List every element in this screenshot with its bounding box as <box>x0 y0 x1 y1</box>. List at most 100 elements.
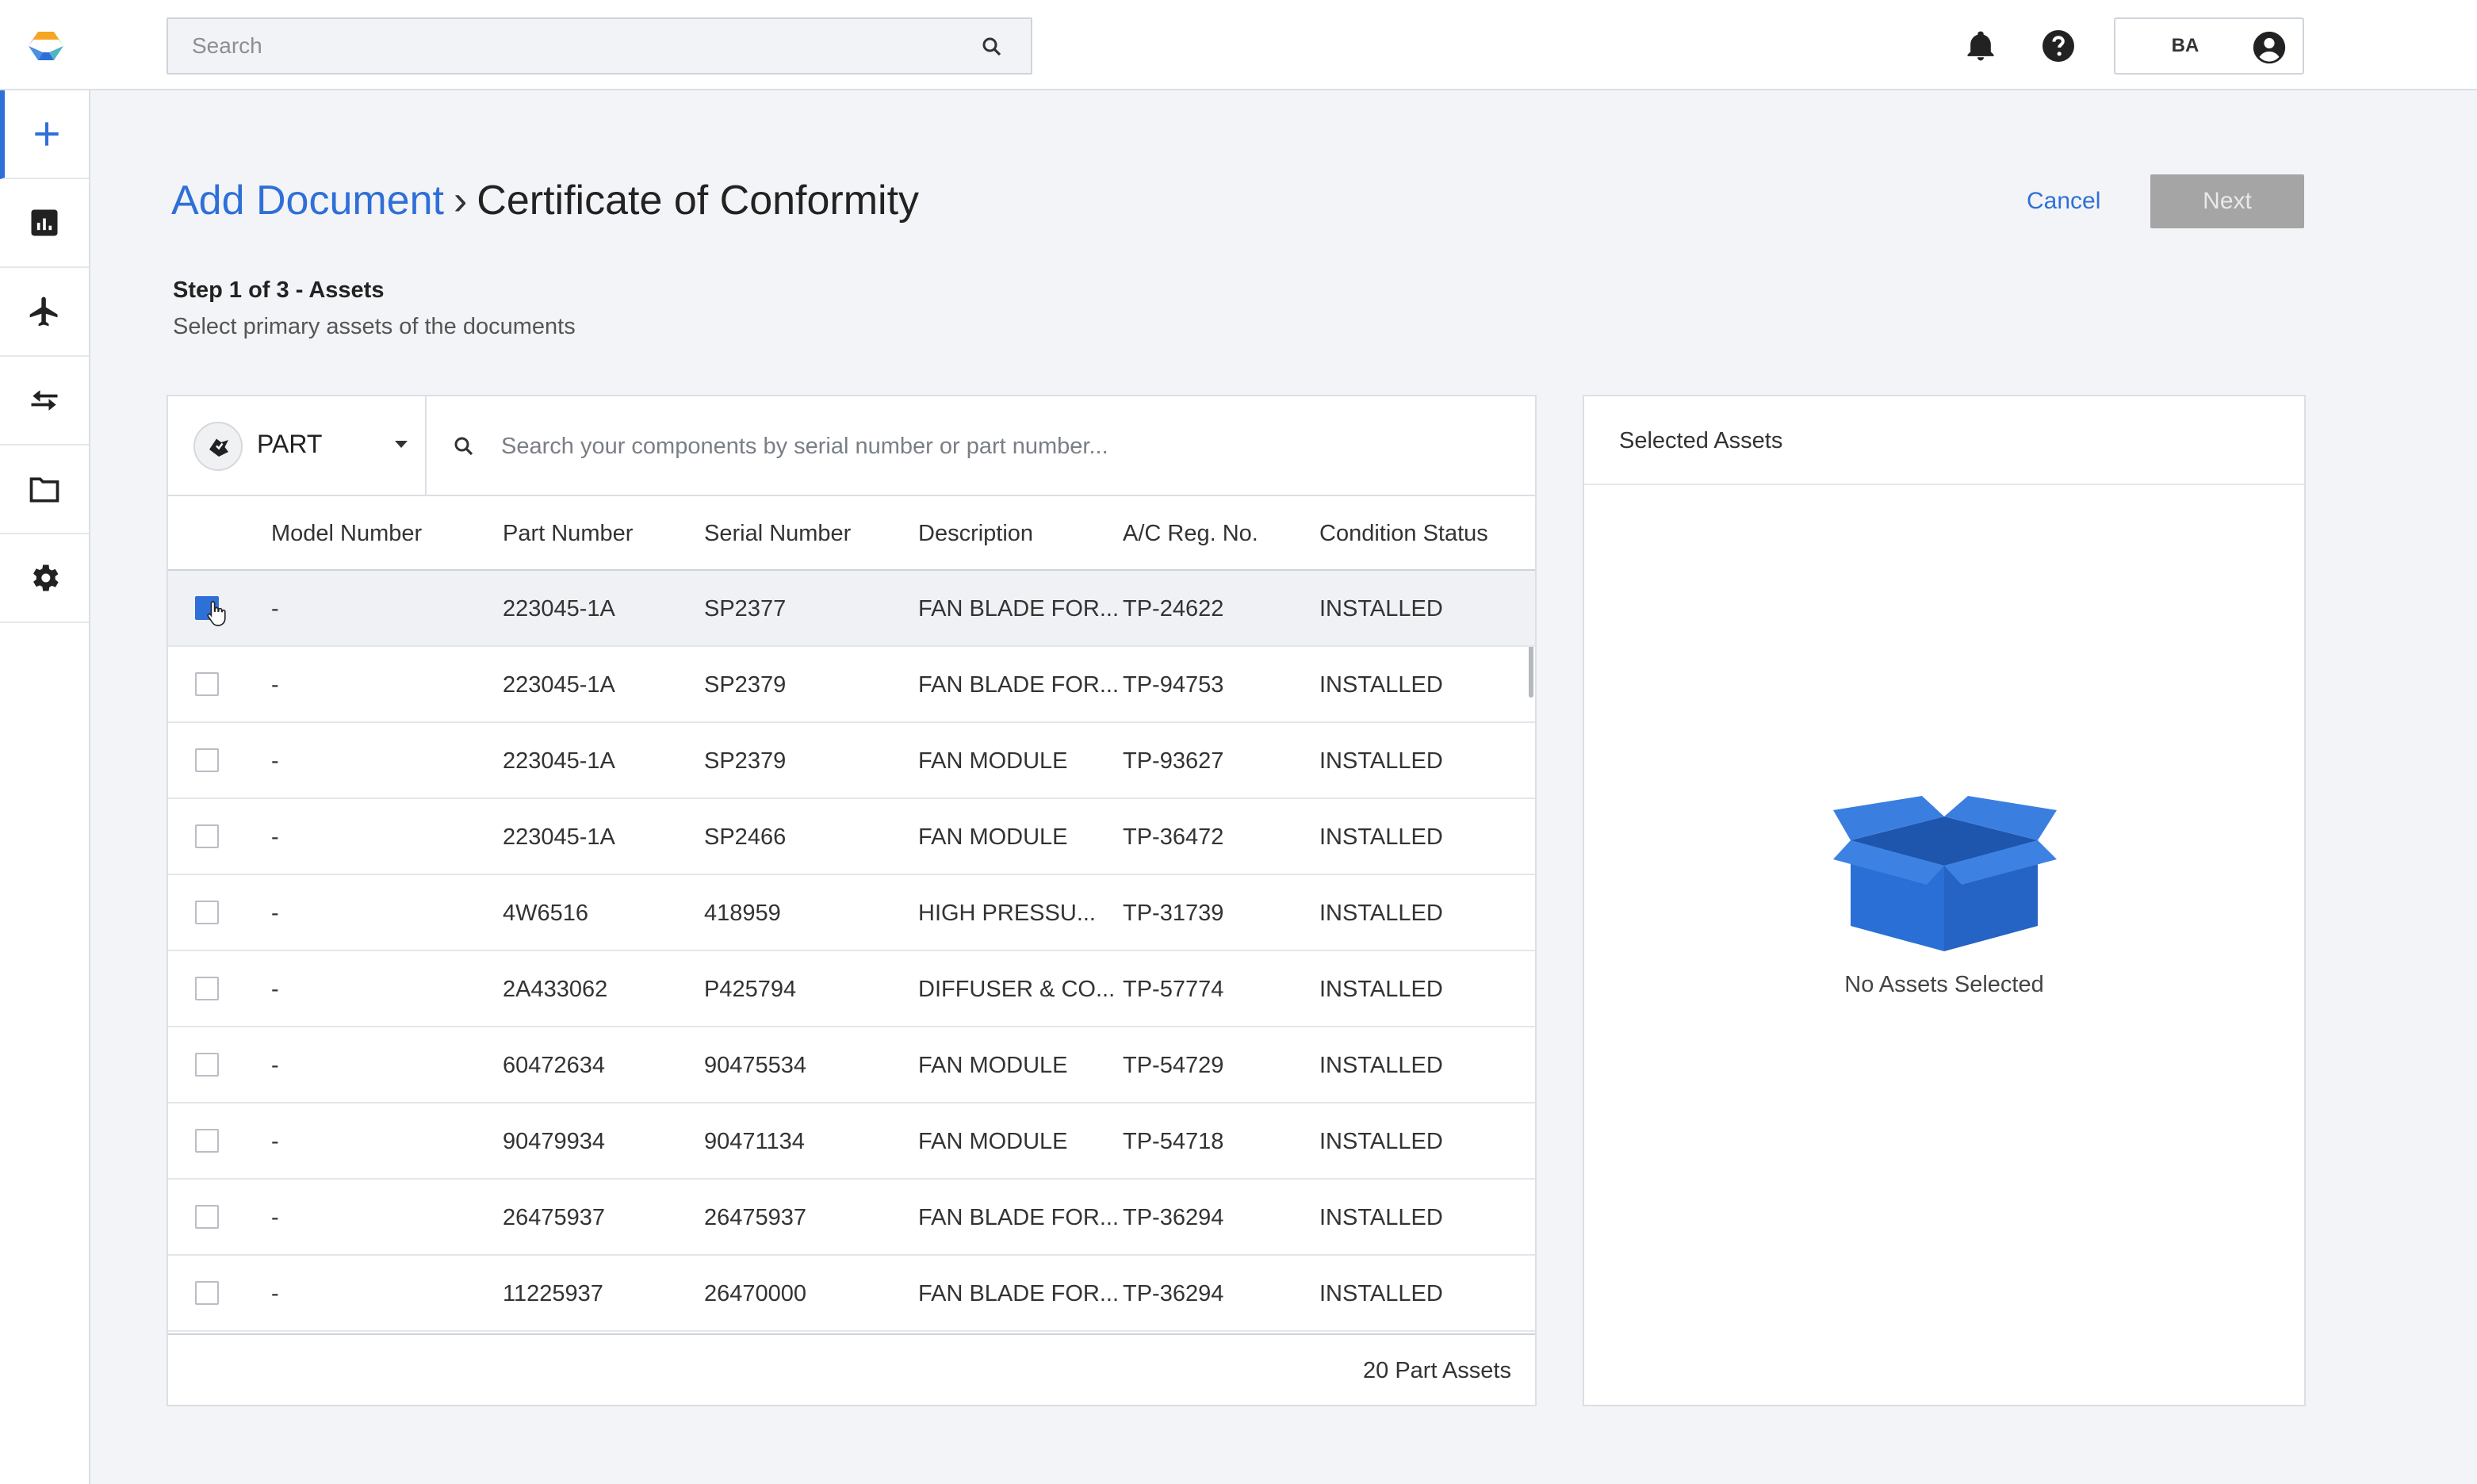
column-header-ac-reg-no[interactable]: A/C Reg. No. <box>1123 496 1258 571</box>
nav-dashboard[interactable] <box>0 179 89 268</box>
top-bar: BA <box>0 0 2477 90</box>
breadcrumb-add-document[interactable]: Add Document <box>171 178 444 224</box>
model-number-cell: - <box>271 1281 279 1306</box>
ac-reg-cell: TP-94753 <box>1123 672 1224 698</box>
serial-number-cell: SP2379 <box>704 672 787 698</box>
breadcrumb: Add Document › Certificate of Conformity <box>171 173 919 228</box>
row-checkbox[interactable] <box>195 977 219 1000</box>
description-cell: FAN MODULE <box>918 748 1068 774</box>
help-icon[interactable] <box>2039 27 2077 65</box>
condition-status-cell: INSTALLED <box>1319 596 1443 622</box>
nav-settings[interactable] <box>0 534 89 623</box>
model-number-cell: - <box>271 596 279 622</box>
ac-reg-cell: TP-36472 <box>1123 824 1224 850</box>
condition-status-cell: INSTALLED <box>1319 1129 1443 1154</box>
ac-reg-cell: TP-93627 <box>1123 748 1224 774</box>
search-icon <box>454 437 473 456</box>
user-initials: BA <box>2171 35 2199 56</box>
row-checkbox[interactable] <box>195 1205 219 1229</box>
asset-type-label: PART <box>257 430 323 458</box>
table-row[interactable]: - 26475937 26475937 FAN BLADE FOR... TP-3629… <box>168 1180 1535 1256</box>
serial-number-cell: 90471134 <box>704 1129 805 1154</box>
page-title: Certificate of Conformity <box>477 178 920 224</box>
global-search-input[interactable] <box>192 19 945 73</box>
description-cell: FAN BLADE FOR... <box>918 596 1119 622</box>
table-row[interactable]: - 223045-1A SP2466 FAN MODULE TP-36472 INSTAL… <box>168 799 1535 875</box>
folder-icon <box>29 477 59 503</box>
part-number-cell: 26475937 <box>503 1205 606 1230</box>
app-logo-icon[interactable] <box>27 30 65 62</box>
global-search[interactable] <box>167 17 1032 75</box>
table-row[interactable]: - 223045-1A SP2379 FAN MODULE TP-93627 INSTAL… <box>168 723 1535 799</box>
description-cell: FAN BLADE FOR... <box>918 1281 1119 1306</box>
column-header-model-number[interactable]: Model Number <box>271 496 422 571</box>
row-checkbox[interactable] <box>195 901 219 924</box>
condition-status-cell: INSTALLED <box>1319 1281 1443 1306</box>
part-number-cell: 223045-1A <box>503 672 615 698</box>
table-row[interactable]: - 2A433062 P425794 DIFFUSER & CO... TP-57774… <box>168 951 1535 1027</box>
empty-box-icon <box>1833 796 2057 951</box>
asset-type-dropdown[interactable]: PART <box>168 396 427 495</box>
nav-transfer[interactable] <box>0 357 89 446</box>
description-cell: FAN BLADE FOR... <box>918 1205 1119 1230</box>
row-checkbox[interactable] <box>195 1129 219 1153</box>
component-search-input[interactable] <box>501 419 1516 474</box>
ac-reg-cell: TP-36294 <box>1123 1205 1224 1230</box>
row-checkbox[interactable] <box>195 824 219 848</box>
model-number-cell: - <box>271 977 279 1002</box>
nav-aircraft[interactable] <box>0 268 89 357</box>
step-subtitle: Select primary assets of the documents <box>173 314 576 339</box>
column-header-part-number[interactable]: Part Number <box>503 496 633 571</box>
chevron-down-icon <box>395 441 408 448</box>
ac-reg-cell: TP-36294 <box>1123 1281 1224 1306</box>
condition-status-cell: INSTALLED <box>1319 901 1443 926</box>
model-number-cell: - <box>271 748 279 774</box>
table-body: -223045-1A SP2377 FAN BLADE FOR... TP-24622… <box>168 571 1535 1333</box>
gear-icon <box>33 564 59 591</box>
next-button[interactable]: Next <box>2150 174 2304 228</box>
column-header-description[interactable]: Description <box>918 496 1033 571</box>
row-checkbox[interactable] <box>195 672 219 696</box>
nav-documents[interactable] <box>0 446 89 534</box>
notification-bell-icon[interactable] <box>1963 29 1998 63</box>
nav-add[interactable] <box>0 90 89 179</box>
condition-status-cell: INSTALLED <box>1319 1205 1443 1230</box>
table-row[interactable]: - 4W6516 418959 HIGH PRESSU... TP-31739 INSTA… <box>168 875 1535 951</box>
selected-assets-title: Selected Assets <box>1619 428 1783 453</box>
step-title: Step 1 of 3 - Assets <box>173 277 385 303</box>
cancel-button[interactable]: Cancel <box>2027 178 2100 225</box>
hand-cursor-icon <box>207 601 226 626</box>
airplane-icon <box>29 296 58 327</box>
part-number-cell: 90479934 <box>503 1129 606 1154</box>
search-icon[interactable] <box>980 35 1004 59</box>
transfer-arrows-icon <box>31 390 58 411</box>
row-checkbox[interactable] <box>195 748 219 772</box>
part-number-cell: 223045-1A <box>503 596 615 622</box>
table-footer: 20 Part Assets <box>168 1333 1535 1405</box>
condition-status-cell: INSTALLED <box>1319 824 1443 850</box>
breadcrumb-separator: › <box>453 178 468 224</box>
asset-count: 20 Part Assets <box>1363 1358 1511 1383</box>
table-row[interactable]: - 223045-1A SP2377 FAN BLADE FOR... TP-24622… <box>168 571 1535 647</box>
ac-reg-cell: TP-31739 <box>1123 901 1224 926</box>
ac-reg-cell: TP-54729 <box>1123 1053 1224 1078</box>
column-header-condition-status[interactable]: Condition Status <box>1319 496 1488 571</box>
table-row[interactable]: - 11225937 26470000 FAN BLADE FOR... TP-3629… <box>168 1256 1535 1332</box>
table-header: Model Number Part Number Serial Number D… <box>168 496 1535 571</box>
part-number-cell: 11225937 <box>503 1281 603 1306</box>
table-row[interactable]: - 60472634 90475534 FAN MODULE TP-54729 INSTA… <box>168 1027 1535 1103</box>
column-header-serial-number[interactable]: Serial Number <box>704 496 851 571</box>
account-icon <box>2253 31 2286 64</box>
condition-status-cell: INSTALLED <box>1319 748 1443 774</box>
description-cell: DIFFUSER & CO... <box>918 977 1116 1002</box>
row-checkbox[interactable] <box>195 1053 219 1077</box>
table-row[interactable]: - 90479934 90471134 FAN MODULE TP-54718 INSTA… <box>168 1103 1535 1180</box>
part-number-cell: 2A433062 <box>503 977 608 1002</box>
user-menu[interactable]: BA <box>2114 17 2304 75</box>
model-number-cell: - <box>271 1205 279 1230</box>
description-cell: FAN MODULE <box>918 1053 1068 1078</box>
table-row[interactable]: - 223045-1A SP2379 FAN BLADE FOR... TP-94753… <box>168 647 1535 723</box>
row-checkbox[interactable] <box>195 1281 219 1305</box>
serial-number-cell: SP2377 <box>704 596 787 622</box>
part-number-cell: 60472634 <box>503 1053 606 1078</box>
